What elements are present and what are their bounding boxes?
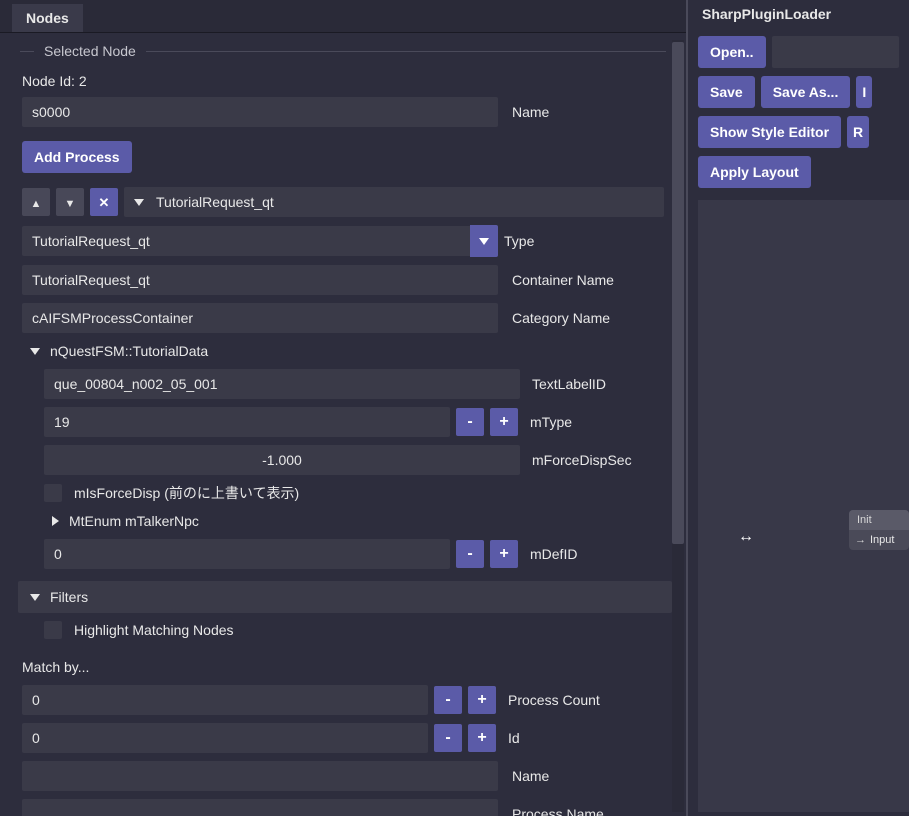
name-label: Name xyxy=(512,104,549,120)
x-icon xyxy=(99,194,110,211)
text-label-id-input[interactable] xyxy=(44,369,520,399)
highlight-checkbox[interactable] xyxy=(44,621,62,639)
tutorial-data-header[interactable]: nQuestFSM::TutorialData xyxy=(0,337,686,365)
id-label: Id xyxy=(508,730,520,746)
mtype-plus-button[interactable]: + xyxy=(490,408,518,436)
path-input[interactable] xyxy=(772,36,899,68)
mtalker-npc-label: MtEnum mTalkerNpc xyxy=(69,513,199,529)
category-name-input[interactable] xyxy=(22,303,498,333)
mtype-input[interactable] xyxy=(44,407,450,437)
move-up-button[interactable] xyxy=(22,188,50,216)
process-collapse[interactable]: TutorialRequest_qt xyxy=(124,187,664,217)
container-name-label: Container Name xyxy=(512,272,614,288)
mis-force-disp-checkbox[interactable] xyxy=(44,484,62,502)
process-title: TutorialRequest_qt xyxy=(156,194,274,210)
mis-force-disp-label: mIsForceDisp (前のに上書いて表示) xyxy=(74,483,299,503)
mtype-minus-button[interactable]: - xyxy=(456,408,484,436)
filters-label: Filters xyxy=(50,589,88,605)
filter-process-name-input[interactable] xyxy=(22,799,498,816)
mtalker-npc-header[interactable]: MtEnum mTalkerNpc xyxy=(0,507,686,535)
apply-layout-button[interactable]: Apply Layout xyxy=(698,156,811,188)
save-button[interactable]: Save xyxy=(698,76,755,108)
name-input[interactable] xyxy=(22,97,498,127)
save-as-button[interactable]: Save As... xyxy=(761,76,851,108)
remove-button[interactable] xyxy=(90,188,118,216)
open-button[interactable]: Open.. xyxy=(698,36,766,68)
arrow-right-icon: → xyxy=(855,534,866,546)
filter-name-input[interactable] xyxy=(22,761,498,791)
mdefid-plus-button[interactable]: + xyxy=(490,540,518,568)
chevron-down-icon xyxy=(134,199,144,206)
add-process-button[interactable]: Add Process xyxy=(22,141,132,173)
chevron-right-icon xyxy=(52,516,59,526)
node-id-label: Node Id: 2 xyxy=(22,73,87,89)
nodes-tab[interactable]: Nodes xyxy=(12,4,83,32)
process-count-label: Process Count xyxy=(508,692,600,708)
mdefid-input[interactable] xyxy=(44,539,450,569)
process-count-input[interactable] xyxy=(22,685,428,715)
type-value: TutorialRequest_qt xyxy=(22,226,470,256)
chevron-down-icon xyxy=(30,348,40,355)
mdefid-minus-button[interactable]: - xyxy=(456,540,484,568)
extra-button-1[interactable]: I xyxy=(856,76,872,108)
category-name-label: Category Name xyxy=(512,310,610,326)
mtype-label: mType xyxy=(530,414,572,430)
triangle-down-icon xyxy=(65,194,76,210)
node-title: Init xyxy=(849,510,909,530)
scrollbar-thumb[interactable] xyxy=(672,42,684,544)
node-input-label: Input xyxy=(870,534,894,546)
id-plus-button[interactable]: + xyxy=(468,724,496,752)
extra-button-2[interactable]: R xyxy=(847,116,869,148)
tutorial-data-label: nQuestFSM::TutorialData xyxy=(50,343,208,359)
container-name-input[interactable] xyxy=(22,265,498,295)
highlight-label: Highlight Matching Nodes xyxy=(74,622,234,638)
move-down-button[interactable] xyxy=(56,188,84,216)
type-dropdown-button[interactable] xyxy=(470,225,498,257)
mdefid-label: mDefID xyxy=(530,546,577,562)
triangle-up-icon xyxy=(31,194,42,210)
selected-node-label: Selected Node xyxy=(34,43,146,59)
mforce-input[interactable] xyxy=(44,445,520,475)
sharp-plugin-loader-tab[interactable]: SharpPluginLoader xyxy=(688,0,909,28)
filter-name-label: Name xyxy=(512,768,549,784)
scrollbar[interactable] xyxy=(672,40,684,812)
filter-process-name-label: Process Name xyxy=(512,806,604,816)
process-count-minus-button[interactable]: - xyxy=(434,686,462,714)
text-label-id-label: TextLabelID xyxy=(532,376,606,392)
id-input[interactable] xyxy=(22,723,428,753)
match-by-label: Match by... xyxy=(0,643,686,681)
id-minus-button[interactable]: - xyxy=(434,724,462,752)
graph-node[interactable]: Init → Input xyxy=(849,510,909,550)
process-count-plus-button[interactable]: + xyxy=(468,686,496,714)
graph-canvas[interactable]: Init → Input xyxy=(698,200,909,812)
mforce-label: mForceDispSec xyxy=(532,452,632,468)
chevron-down-icon xyxy=(30,594,40,601)
show-style-editor-button[interactable]: Show Style Editor xyxy=(698,116,841,148)
filters-header[interactable]: Filters xyxy=(18,581,672,613)
type-label: Type xyxy=(504,233,534,249)
chevron-down-icon xyxy=(479,238,489,245)
